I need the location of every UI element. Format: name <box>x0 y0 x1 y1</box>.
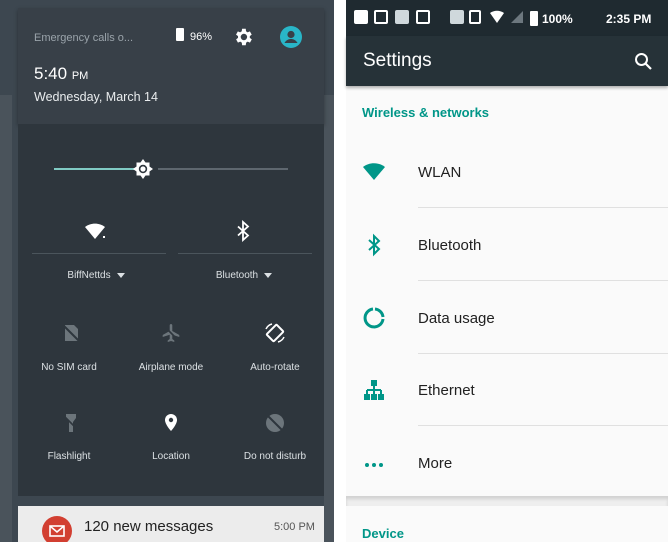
tile-divider <box>32 253 166 254</box>
flashlight-icon[interactable] <box>60 412 82 434</box>
location-label: Location <box>152 451 190 462</box>
gallery-icon <box>416 10 430 24</box>
mail-icon <box>42 516 72 542</box>
section-divider <box>346 496 668 506</box>
battery-status-icon <box>530 11 538 26</box>
row-divider <box>418 280 668 281</box>
chevron-down-icon <box>264 272 273 278</box>
quick-settings-header: Emergency calls o... 96% 5:40 PM Wednesd… <box>18 8 324 124</box>
page-title: Settings <box>363 50 432 71</box>
section-header-device: Device <box>362 526 404 541</box>
wifi-icon <box>363 163 385 180</box>
usb-debug-icon <box>395 10 409 24</box>
settings-item-more[interactable]: More <box>346 427 668 499</box>
message-icon <box>354 10 368 24</box>
chevron-down-icon <box>116 272 125 278</box>
battery-percent: 96% <box>190 31 213 43</box>
image-icon <box>374 10 388 24</box>
settings-item-ethernet[interactable]: Ethernet <box>346 354 668 426</box>
battery-icon <box>176 28 184 41</box>
settings-item-label: Ethernet <box>418 382 475 399</box>
status-bar: 100% 2:35 PM <box>346 0 668 36</box>
vibrate-icon <box>469 10 481 24</box>
screenshot-icon <box>450 10 464 24</box>
settings-item-data-usage[interactable]: Data usage <box>346 282 668 354</box>
section-header-wireless: Wireless & networks <box>362 105 490 120</box>
settings-item-label: More <box>418 455 453 472</box>
row-divider <box>418 425 668 426</box>
auto-rotate-label: Auto-rotate <box>250 362 300 373</box>
emergency-calls-text: Emergency calls o... <box>34 32 134 44</box>
status-time: 2:35 PM <box>606 12 652 26</box>
data-usage-icon <box>363 307 385 329</box>
signal-icon <box>511 11 523 23</box>
brightness-track[interactable] <box>158 168 288 170</box>
gear-icon[interactable] <box>232 26 254 48</box>
airplane-icon[interactable] <box>160 322 182 344</box>
airplane-mode-label: Airplane mode <box>138 362 204 373</box>
bluetooth-icon[interactable] <box>232 220 254 242</box>
more-dots-icon <box>365 463 383 467</box>
bluetooth-dropdown[interactable]: Bluetooth <box>194 270 294 281</box>
quick-settings-screen: Emergency calls o... 96% 5:40 PM Wednesd… <box>0 0 334 542</box>
brightness-track-filled[interactable] <box>54 168 138 170</box>
auto-rotate-icon[interactable] <box>264 322 286 344</box>
settings-item-label: Data usage <box>418 310 495 327</box>
notification-time: 5:00 PM <box>274 521 315 533</box>
notification-card[interactable]: 120 new messages 5:00 PM <box>18 506 324 542</box>
settings-item-bluetooth[interactable]: Bluetooth <box>346 209 668 281</box>
user-avatar-icon[interactable] <box>280 26 302 48</box>
settings-item-label: Bluetooth <box>418 237 482 254</box>
notification-title: 120 new messages <box>84 518 214 535</box>
search-icon[interactable] <box>634 52 652 70</box>
no-sim-icon[interactable] <box>60 322 82 344</box>
tile-divider <box>178 253 312 254</box>
settings-item-label: WLAN <box>418 164 462 181</box>
date-text: Wednesday, March 14 <box>34 90 158 104</box>
row-divider <box>418 207 668 208</box>
flashlight-label: Flashlight <box>47 451 91 462</box>
status-battery: 100% <box>542 12 573 26</box>
settings-screen: 100% 2:35 PM Settings Wireless & network… <box>346 0 668 542</box>
wifi-network-dropdown[interactable]: BiffNettds <box>46 270 146 281</box>
do-not-disturb-icon[interactable] <box>264 412 286 434</box>
do-not-disturb-label: Do not disturb <box>243 451 307 462</box>
location-pin-icon[interactable] <box>160 412 182 434</box>
wifi-icon[interactable] <box>84 220 106 242</box>
wifi-status-icon <box>490 10 504 23</box>
ethernet-icon <box>364 380 384 400</box>
brightness-thumb-icon[interactable] <box>131 157 155 181</box>
background-edge <box>0 95 12 542</box>
app-bar: Settings <box>346 36 668 86</box>
settings-item-wlan[interactable]: WLAN <box>346 136 668 208</box>
no-sim-label: No SIM card <box>41 362 97 373</box>
clock: 5:40 PM <box>34 64 89 83</box>
bluetooth-icon <box>368 233 381 257</box>
background-edge <box>324 95 334 542</box>
quick-settings-panel: BiffNettds Bluetooth No SIM card Airplan… <box>18 124 324 496</box>
